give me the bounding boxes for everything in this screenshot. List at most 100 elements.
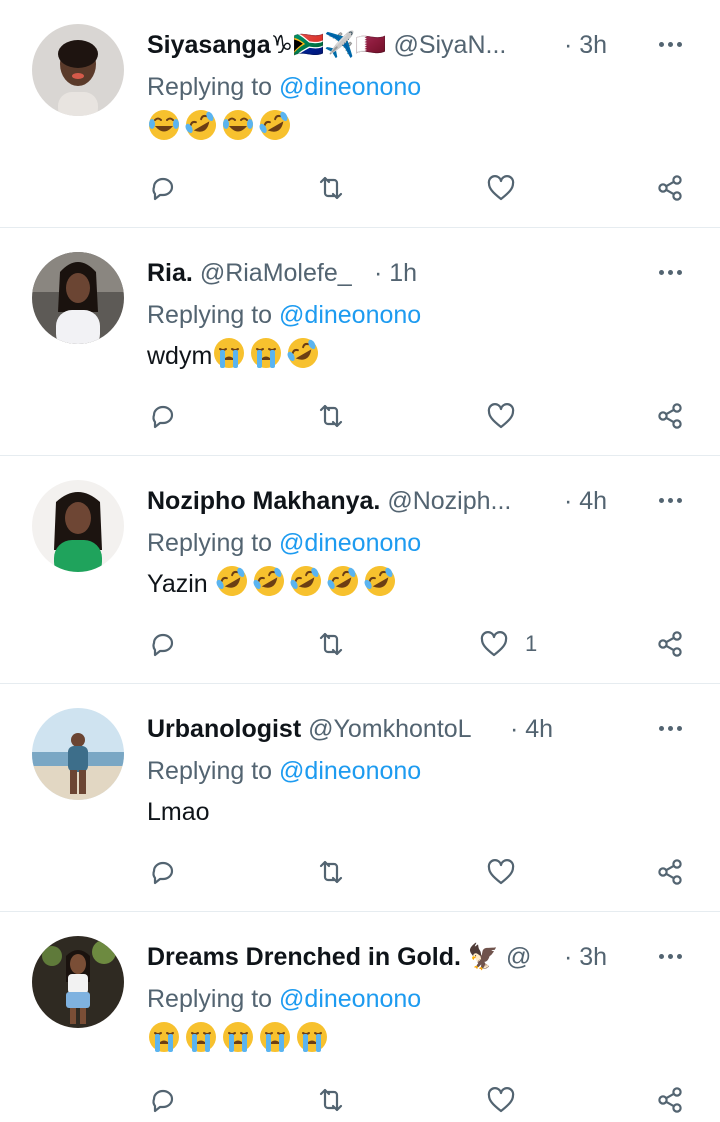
more-icon[interactable] xyxy=(652,942,688,970)
like-icon xyxy=(486,1085,516,1115)
retweet-button[interactable] xyxy=(316,398,346,434)
share-button[interactable] xyxy=(655,1082,685,1118)
tweet-text-content: wdym xyxy=(147,342,213,370)
emoji-row xyxy=(212,338,323,370)
reply-icon xyxy=(148,173,178,203)
reply-button[interactable] xyxy=(148,170,178,206)
mention-link[interactable]: @dineonono xyxy=(279,757,421,785)
timestamp[interactable]: · 1h xyxy=(374,256,417,290)
user-handle[interactable]: @RiaMolefe_ xyxy=(200,259,352,287)
joy-emoji xyxy=(221,108,255,142)
tweet-text-content: Lmao xyxy=(147,798,210,826)
rofl-emoji xyxy=(184,108,218,142)
rofl-emoji xyxy=(258,108,292,142)
tweet-header: Siyasanga♑🇿🇦✈️🇶🇦 @SiyaN... xyxy=(147,28,545,62)
reply-button[interactable] xyxy=(148,854,178,890)
display-name[interactable]: Dreams Drenched in Gold. xyxy=(147,943,461,971)
tweet[interactable]: Nozipho Makhanya. @Noziph... · 4h Replyi… xyxy=(0,456,720,684)
timestamp[interactable]: · 4h xyxy=(510,712,553,746)
retweet-button[interactable] xyxy=(316,1082,346,1118)
user-handle[interactable]: @Noziph... xyxy=(387,487,511,515)
like-button[interactable] xyxy=(486,170,532,206)
replying-label: Replying to xyxy=(147,985,273,1013)
more-icon[interactable] xyxy=(652,486,688,514)
rofl-emoji xyxy=(363,564,397,598)
display-name[interactable]: Siyasanga xyxy=(147,31,271,59)
avatar[interactable] xyxy=(32,708,124,800)
mention-link[interactable]: @dineonono xyxy=(279,301,421,329)
rofl-emoji xyxy=(286,336,320,370)
share-icon xyxy=(655,401,685,431)
avatar[interactable] xyxy=(32,480,124,572)
sob-emoji xyxy=(221,1020,255,1054)
like-icon xyxy=(486,401,516,431)
timestamp[interactable]: · 4h xyxy=(564,484,607,518)
avatar[interactable] xyxy=(32,252,124,344)
emoji-row xyxy=(215,566,400,598)
mention-link[interactable]: @dineonono xyxy=(279,529,421,557)
rofl-emoji xyxy=(215,564,249,598)
share-button[interactable] xyxy=(655,854,685,890)
retweet-button[interactable] xyxy=(316,854,346,890)
tweet-text: Lmao xyxy=(147,792,210,832)
timestamp[interactable]: · 3h xyxy=(564,940,607,974)
replying-label: Replying to xyxy=(147,301,273,329)
share-icon xyxy=(655,629,685,659)
display-name[interactable]: Nozipho Makhanya. xyxy=(147,487,380,515)
replying-to: Replying to @dineonono xyxy=(147,70,421,104)
sob-emoji xyxy=(258,1020,292,1054)
tweet[interactable]: Urbanologist @YomkhontoL · 4h Replying t… xyxy=(0,684,720,912)
sob-emoji xyxy=(212,336,246,370)
reply-button[interactable] xyxy=(148,1082,178,1118)
reply-button[interactable] xyxy=(148,626,178,662)
display-name[interactable]: Ria. xyxy=(147,259,193,287)
reply-icon xyxy=(148,1085,178,1115)
reply-icon xyxy=(148,401,178,431)
user-handle[interactable]: @YomkhontoL xyxy=(308,715,471,743)
like-icon xyxy=(486,173,516,203)
replying-label: Replying to xyxy=(147,73,273,101)
tweet[interactable]: Siyasanga♑🇿🇦✈️🇶🇦 @SiyaN... · 3h Replying… xyxy=(0,0,720,228)
more-icon[interactable] xyxy=(652,714,688,742)
share-button[interactable] xyxy=(655,626,685,662)
tweet-actions: 1 xyxy=(0,626,720,662)
tweet-text: Yazin xyxy=(147,564,400,604)
share-button[interactable] xyxy=(655,170,685,206)
rofl-emoji xyxy=(252,564,286,598)
like-button[interactable] xyxy=(486,1082,532,1118)
more-icon[interactable] xyxy=(652,258,688,286)
retweet-button[interactable] xyxy=(316,170,346,206)
mention-link[interactable]: @dineonono xyxy=(279,985,421,1013)
replying-to: Replying to @dineonono xyxy=(147,526,421,560)
tweet[interactable]: Ria. @RiaMolefe_ · 1h Replying to @dineo… xyxy=(0,228,720,456)
display-name[interactable]: Urbanologist xyxy=(147,715,301,743)
timestamp[interactable]: · 3h xyxy=(564,28,607,62)
sob-emoji xyxy=(295,1020,329,1054)
share-button[interactable] xyxy=(655,398,685,434)
like-icon xyxy=(479,629,509,659)
tweet[interactable]: Dreams Drenched in Gold. 🦅 @ · 3h Replyi… xyxy=(0,912,720,1122)
user-handle[interactable]: @SiyaN... xyxy=(393,31,506,59)
avatar[interactable] xyxy=(32,24,124,116)
like-button[interactable]: 1 xyxy=(479,626,537,662)
like-button[interactable] xyxy=(486,854,532,890)
more-icon[interactable] xyxy=(652,30,688,58)
share-icon xyxy=(655,173,685,203)
rofl-emoji xyxy=(326,564,360,598)
reply-button[interactable] xyxy=(148,398,178,434)
user-handle[interactable]: @ xyxy=(506,943,531,971)
reply-icon xyxy=(148,629,178,659)
tweet-text xyxy=(147,108,295,148)
retweet-icon xyxy=(316,629,346,659)
emoji-row xyxy=(147,1022,332,1054)
emoji-row xyxy=(147,110,295,142)
mention-link[interactable]: @dineonono xyxy=(279,73,421,101)
retweet-icon xyxy=(316,1085,346,1115)
replying-label: Replying to xyxy=(147,757,273,785)
tweet-actions xyxy=(0,398,720,434)
name-emoji: 🦅 xyxy=(467,943,500,971)
retweet-button[interactable] xyxy=(316,626,346,662)
retweet-icon xyxy=(316,857,346,887)
like-button[interactable] xyxy=(486,398,532,434)
avatar[interactable] xyxy=(32,936,124,1028)
